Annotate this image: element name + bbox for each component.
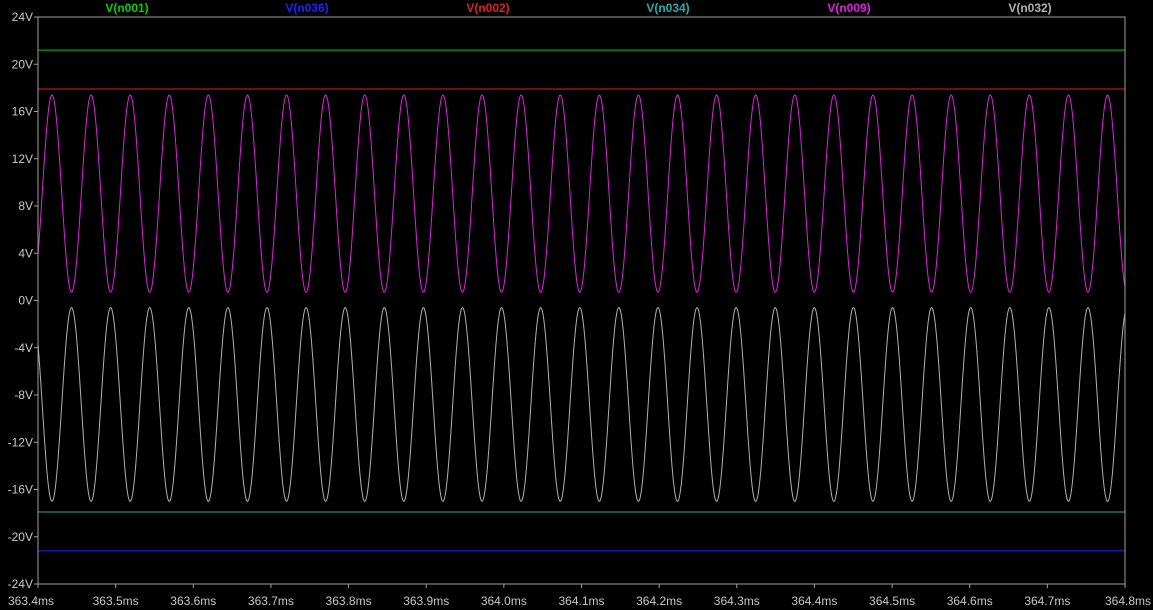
- x-tick-label: 364.0ms: [481, 594, 527, 608]
- x-tick-label: 364.5ms: [869, 594, 915, 608]
- x-tick-label: 364.2ms: [636, 594, 682, 608]
- y-tick-label: 0V: [18, 294, 33, 308]
- x-tick-label: 363.7ms: [248, 594, 294, 608]
- legend-item-v-n034[interactable]: V(n034): [646, 1, 689, 15]
- y-tick-label: 4V: [18, 246, 33, 260]
- legend-item-v-n009[interactable]: V(n009): [827, 1, 870, 15]
- x-tick-label: 363.4ms: [8, 594, 54, 608]
- y-tick-label: -24V: [8, 577, 33, 591]
- y-tick-label: 8V: [18, 199, 33, 213]
- y-tick-label: -12V: [8, 435, 33, 449]
- x-tick-label: 364.1ms: [558, 594, 604, 608]
- y-tick-label: -8V: [14, 388, 33, 402]
- y-tick-label: -4V: [14, 341, 33, 355]
- y-tick-label: 24V: [12, 10, 33, 24]
- y-tick-label: 20V: [12, 57, 33, 71]
- x-tick-label: 363.6ms: [170, 594, 216, 608]
- y-tick-label: 16V: [12, 105, 33, 119]
- waveform-plot[interactable]: V(n001) V(n036) V(n002) V(n034) V(n009) V(n03…: [0, 0, 1153, 610]
- legend-item-v-n001[interactable]: V(n001): [105, 1, 148, 15]
- y-tick-label: -20V: [8, 530, 33, 544]
- x-tick-label: 364.7ms: [1024, 594, 1070, 608]
- x-tick-label: 363.9ms: [403, 594, 449, 608]
- x-tick-label: 364.3ms: [714, 594, 760, 608]
- y-tick-label: -16V: [8, 483, 33, 497]
- x-tick-label: 364.6ms: [947, 594, 993, 608]
- legend-item-v-n036[interactable]: V(n036): [285, 1, 328, 15]
- plot-background: [0, 0, 1153, 610]
- y-tick-label: 12V: [12, 152, 33, 166]
- x-tick-label: 363.5ms: [93, 594, 139, 608]
- legend-item-v-n002[interactable]: V(n002): [466, 1, 509, 15]
- legend-item-v-n032[interactable]: V(n032): [1008, 1, 1051, 15]
- x-tick-label: 364.4ms: [791, 594, 837, 608]
- x-tick-label: 363.8ms: [326, 594, 372, 608]
- x-tick-label: 364.8ms: [1105, 594, 1151, 608]
